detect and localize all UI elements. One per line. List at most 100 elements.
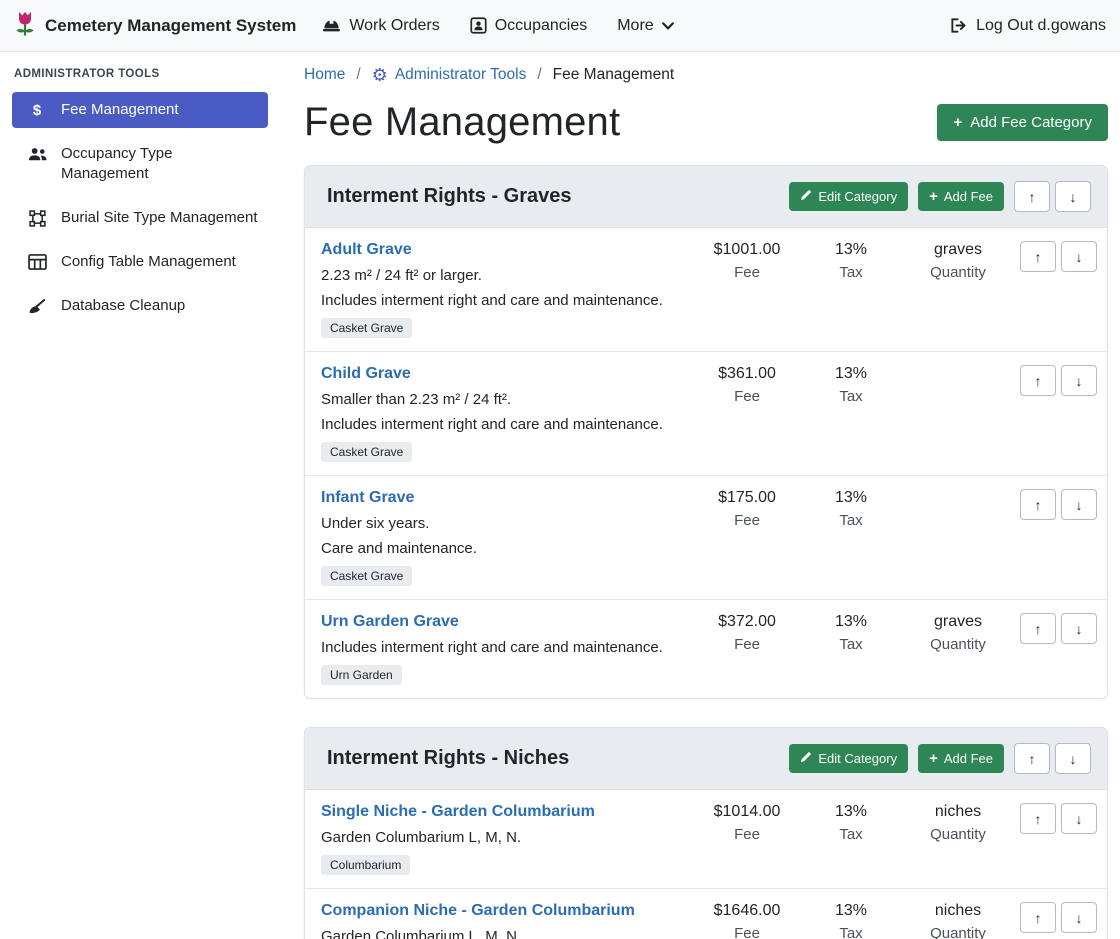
move-fee-down-button[interactable]: ↓ [1061,365,1097,396]
fee-amount-column: $361.00 Fee [695,365,799,462]
quantity-column: graves Quantity [903,241,1013,338]
category-header-buttons: Edit Category + Add Fee ↑ ↓ [789,181,1091,212]
tax-label: Tax [799,512,903,529]
app-screen: Cemetery Management System Work Orders [0,0,1120,939]
fee-reorder-buttons: ↑ ↓ [1013,365,1097,462]
sidebar-item-database-cleanup[interactable]: Database Cleanup [12,288,268,324]
move-category-up-button[interactable]: ↑ [1014,743,1050,774]
nav-more[interactable]: More [617,17,673,35]
logout-link[interactable]: Log Out d.gowans [949,17,1106,35]
breadcrumb-home-link[interactable]: Home [304,66,345,84]
fee-amount: $1646.00 [695,902,799,920]
gear-icon: ⚙ [372,66,388,84]
arrow-up-icon: ↑ [1035,373,1042,389]
quantity-column-empty [903,489,1013,586]
sidebar-item-burial-site-type-management[interactable]: Burial Site Type Management [12,200,268,236]
move-fee-down-button[interactable]: ↓ [1061,613,1097,644]
move-fee-up-button[interactable]: ↑ [1020,902,1056,933]
fee-amount: $175.00 [695,489,799,507]
add-fee-button[interactable]: + Add Fee [918,744,1004,773]
app-brand: Cemetery Management System [14,10,296,42]
plus-icon: + [929,751,938,766]
fee-reorder-buttons: ↑ ↓ [1013,241,1097,338]
fee-info: Single Niche - Garden Columbarium Garden… [321,803,695,875]
page-header: Fee Management + Add Fee Category [304,100,1108,145]
move-category-up-button[interactable]: ↑ [1014,181,1050,212]
quantity-label: Quantity [903,925,1013,939]
tax-label: Tax [799,264,903,281]
arrow-up-icon: ↑ [1029,751,1036,767]
fee-amount: $372.00 [695,613,799,631]
fee-amount-column: $372.00 Fee [695,613,799,685]
move-fee-down-button[interactable]: ↓ [1061,241,1097,272]
fee-row: Companion Niche - Garden Columbarium Gar… [305,888,1107,939]
nav-occupancies[interactable]: Occupancies [470,17,588,35]
edit-category-button[interactable]: Edit Category [789,182,908,211]
fee-tag: Casket Grave [321,442,412,462]
arrow-down-icon: ↓ [1076,811,1083,827]
fee-info: Infant Grave Under six years. Care and m… [321,489,695,586]
category-reorder-buttons: ↑ ↓ [1014,743,1091,774]
move-category-down-button[interactable]: ↓ [1055,181,1091,212]
nav-work-orders[interactable]: Work Orders [322,17,439,35]
arrow-up-icon: ↑ [1035,621,1042,637]
fee-amount: $361.00 [695,365,799,383]
add-fee-button[interactable]: + Add Fee [918,182,1004,211]
move-fee-down-button[interactable]: ↓ [1061,489,1097,520]
move-fee-up-button[interactable]: ↑ [1020,241,1056,272]
arrow-down-icon: ↓ [1076,373,1083,389]
tax-column: 13% Tax [799,613,903,685]
fee-name-link[interactable]: Child Grave [321,365,411,382]
move-category-down-button[interactable]: ↓ [1055,743,1091,774]
edit-category-label: Edit Category [818,751,897,766]
fee-category-card: Interment Rights - Graves Edit Category … [304,165,1108,699]
fee-info: Companion Niche - Garden Columbarium Gar… [321,902,695,939]
fee-reorder-buttons: ↑ ↓ [1013,902,1097,939]
fee-amount-column: $1001.00 Fee [695,241,799,338]
fee-name-link[interactable]: Single Niche - Garden Columbarium [321,803,595,820]
fee-description: Includes interment right and care and ma… [321,416,687,433]
fee-amount-column: $175.00 Fee [695,489,799,586]
fee-category-card: Interment Rights - Niches Edit Category … [304,727,1108,939]
move-fee-up-button[interactable]: ↑ [1020,489,1056,520]
tax-value: 13% [799,613,903,631]
tax-value: 13% [799,365,903,383]
breadcrumb-current: Fee Management [553,66,675,84]
fee-description: Includes interment right and care and ma… [321,639,687,656]
sidebar-item-occupancy-type-management[interactable]: Occupancy Type Management [12,136,268,192]
move-fee-down-button[interactable]: ↓ [1061,803,1097,834]
fee-reorder-buttons: ↑ ↓ [1013,613,1097,685]
logout-label: Log Out d.gowans [976,17,1106,35]
nav-occupancies-label: Occupancies [495,17,588,35]
move-fee-up-button[interactable]: ↑ [1020,613,1056,644]
vector-square-icon [26,210,48,227]
tax-value: 13% [799,241,903,259]
fee-row: Single Niche - Garden Columbarium Garden… [305,790,1107,888]
arrow-up-icon: ↑ [1035,249,1042,265]
fee-name-link[interactable]: Infant Grave [321,489,414,506]
breadcrumb-admin-tools-link[interactable]: ⚙ Administrator Tools [372,66,527,84]
sidebar-item-fee-management[interactable]: $ Fee Management [12,92,268,128]
fee-description: 2.23 m² / 24 ft² or larger. [321,267,687,284]
fee-name-link[interactable]: Urn Garden Grave [321,613,459,630]
sidebar-item-config-table-management[interactable]: Config Table Management [12,244,268,280]
move-fee-down-button[interactable]: ↓ [1061,902,1097,933]
tax-column: 13% Tax [799,489,903,586]
quantity-label: Quantity [903,636,1013,653]
fee-row: Adult Grave 2.23 m² / 24 ft² or larger. … [305,228,1107,351]
add-fee-category-button[interactable]: + Add Fee Category [937,104,1108,141]
tax-column: 13% Tax [799,241,903,338]
fee-tag: Urn Garden [321,665,402,685]
fee-description: Garden Columbarium L, M, N. [321,829,687,846]
fee-name-link[interactable]: Adult Grave [321,241,412,258]
fee-description: Includes interment right and care and ma… [321,292,687,309]
fee-info: Child Grave Smaller than 2.23 m² / 24 ft… [321,365,695,462]
move-fee-up-button[interactable]: ↑ [1020,365,1056,396]
hardhat-icon [322,17,341,34]
fee-amount-label: Fee [695,636,799,653]
edit-category-button[interactable]: Edit Category [789,744,908,773]
fee-name-link[interactable]: Companion Niche - Garden Columbarium [321,902,635,919]
move-fee-up-button[interactable]: ↑ [1020,803,1056,834]
quantity-label: Quantity [903,826,1013,843]
fee-description: Garden Columbarium L, M, N. [321,928,687,939]
